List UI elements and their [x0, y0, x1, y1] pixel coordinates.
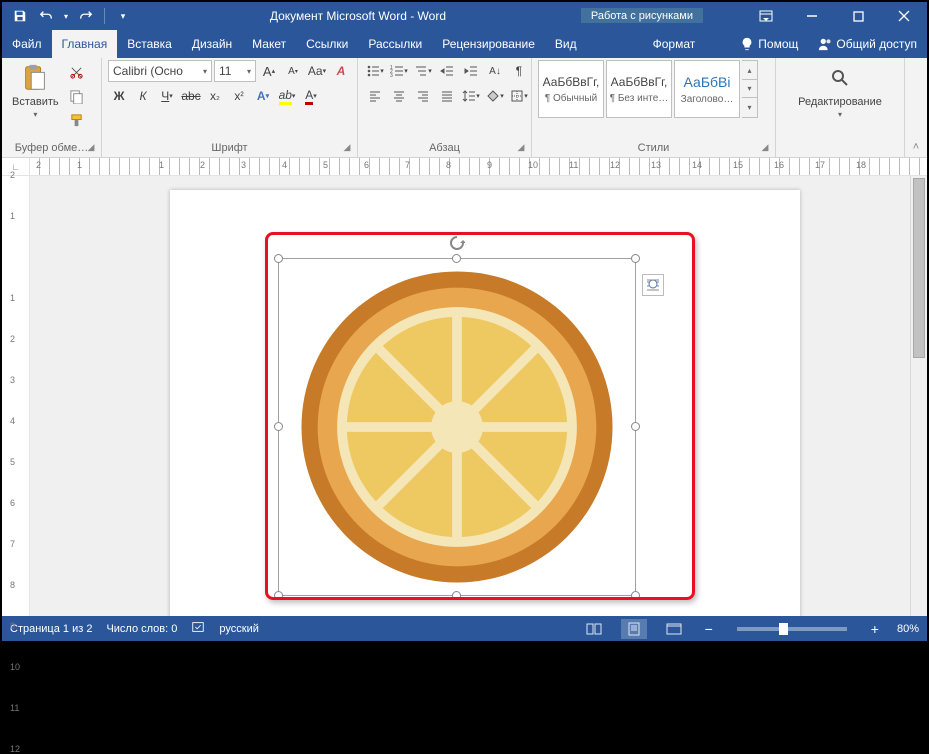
- close-icon[interactable]: [881, 2, 927, 30]
- copy-icon[interactable]: [67, 86, 87, 106]
- paragraph-dialog-icon[interactable]: ◢: [515, 142, 527, 154]
- multilevel-icon[interactable]: ▾: [412, 60, 434, 82]
- subscript-icon[interactable]: x₂: [204, 85, 226, 107]
- indent-inc-icon[interactable]: [460, 60, 482, 82]
- tab-references[interactable]: Ссылки: [296, 30, 358, 58]
- highlight-icon[interactable]: ab▾: [276, 85, 298, 107]
- bold-icon[interactable]: Ж: [108, 85, 130, 107]
- status-words[interactable]: Число слов: 0: [106, 623, 177, 635]
- tab-review[interactable]: Рецензирование: [432, 30, 545, 58]
- share-button[interactable]: Общий доступ: [808, 30, 927, 58]
- tab-view[interactable]: Вид: [545, 30, 587, 58]
- zoom-out-icon[interactable]: −: [701, 621, 717, 637]
- bullets-icon[interactable]: ▾: [364, 60, 386, 82]
- shading-icon[interactable]: ▾: [484, 85, 506, 107]
- undo-more-icon[interactable]: ▾: [60, 4, 72, 28]
- status-spell-icon[interactable]: [191, 620, 205, 637]
- underline-icon[interactable]: Ч▾: [156, 85, 178, 107]
- zoom-level[interactable]: 80%: [897, 623, 919, 635]
- save-icon[interactable]: [8, 4, 32, 28]
- clear-format-icon[interactable]: A: [330, 60, 352, 82]
- ruler-corner: ∟: [2, 158, 30, 175]
- status-language[interactable]: русский: [219, 623, 258, 635]
- tell-me[interactable]: Помощ: [730, 30, 808, 58]
- superscript-icon[interactable]: x²: [228, 85, 250, 107]
- tab-mailings[interactable]: Рассылки: [358, 30, 432, 58]
- strike-icon[interactable]: abc: [180, 85, 202, 107]
- scrollbar-thumb[interactable]: [913, 178, 925, 358]
- picture-tools-label: Работа с рисунками: [581, 8, 703, 25]
- show-marks-icon[interactable]: ¶: [508, 60, 530, 82]
- minimize-icon[interactable]: [789, 2, 835, 30]
- view-print-icon[interactable]: [621, 619, 647, 639]
- tab-home[interactable]: Главная: [52, 30, 118, 58]
- tab-design[interactable]: Дизайн: [182, 30, 242, 58]
- styles-dialog-icon[interactable]: ◢: [759, 142, 771, 154]
- status-page[interactable]: Страница 1 из 2: [10, 623, 92, 635]
- font-color-icon[interactable]: A▾: [300, 85, 322, 107]
- view-web-icon[interactable]: [661, 619, 687, 639]
- italic-icon[interactable]: К: [132, 85, 154, 107]
- tab-layout[interactable]: Макет: [242, 30, 296, 58]
- line-spacing-icon[interactable]: ▾: [460, 85, 482, 107]
- picture-selection[interactable]: [278, 258, 636, 596]
- style-heading1[interactable]: АаБбВіЗаголово…: [674, 60, 740, 118]
- rotate-handle-icon[interactable]: [449, 235, 465, 251]
- page: [170, 190, 800, 616]
- tab-format[interactable]: Формат: [643, 30, 706, 58]
- borders-icon[interactable]: ▾: [508, 85, 530, 107]
- format-painter-icon[interactable]: [67, 110, 87, 130]
- resize-handle-nw[interactable]: [274, 254, 283, 263]
- cut-icon[interactable]: [67, 62, 87, 82]
- align-left-icon[interactable]: [364, 85, 386, 107]
- font-size-combo[interactable]: 11▾: [214, 60, 256, 82]
- resize-handle-sw[interactable]: [274, 591, 283, 600]
- numbering-icon[interactable]: 123▾: [388, 60, 410, 82]
- justify-icon[interactable]: [436, 85, 458, 107]
- sort-icon[interactable]: A↓: [484, 60, 506, 82]
- collapse-ribbon-icon[interactable]: ˄: [905, 58, 927, 157]
- ribbon-options-icon[interactable]: [743, 2, 789, 30]
- resize-handle-n[interactable]: [452, 254, 461, 263]
- styles-gallery-more[interactable]: ▴▾▾: [742, 60, 758, 118]
- editing-button[interactable]: Редактирование ▾: [794, 60, 886, 121]
- resize-handle-ne[interactable]: [631, 254, 640, 263]
- layout-options-icon[interactable]: [642, 274, 664, 296]
- redo-icon[interactable]: [74, 4, 98, 28]
- resize-handle-e[interactable]: [631, 422, 640, 431]
- align-center-icon[interactable]: [388, 85, 410, 107]
- tab-file[interactable]: Файл: [2, 30, 52, 58]
- grow-font-icon[interactable]: A▴: [258, 60, 280, 82]
- indent-dec-icon[interactable]: [436, 60, 458, 82]
- undo-icon[interactable]: [34, 4, 58, 28]
- ruler-vertical[interactable]: 21123456789101112: [2, 176, 30, 616]
- qat-customize-icon[interactable]: ▾: [111, 4, 135, 28]
- shrink-font-icon[interactable]: A▾: [282, 60, 304, 82]
- svg-text:3: 3: [390, 73, 393, 78]
- scrollbar-vertical[interactable]: [910, 176, 927, 616]
- style-normal[interactable]: АаБбВвГг,¶ Обычный: [538, 60, 604, 118]
- document-canvas[interactable]: [30, 176, 927, 616]
- change-case-icon[interactable]: Aa▾: [306, 60, 328, 82]
- resize-handle-se[interactable]: [631, 591, 640, 600]
- tab-insert[interactable]: Вставка: [117, 30, 182, 58]
- font-dialog-icon[interactable]: ◢: [341, 142, 353, 154]
- paste-button[interactable]: Вставить ▾: [8, 60, 63, 121]
- align-right-icon[interactable]: [412, 85, 434, 107]
- window-title: Документ Microsoft Word - Word: [135, 9, 581, 23]
- clipboard-dialog-icon[interactable]: ◢: [85, 142, 97, 154]
- style-nospacing[interactable]: АаБбВвГг,¶ Без инте…: [606, 60, 672, 118]
- resize-handle-w[interactable]: [274, 422, 283, 431]
- text-effects-icon[interactable]: A▾: [252, 85, 274, 107]
- maximize-icon[interactable]: [835, 2, 881, 30]
- view-read-icon[interactable]: [581, 619, 607, 639]
- font-name-combo[interactable]: Calibri (Осно▾: [108, 60, 212, 82]
- zoom-slider[interactable]: [737, 627, 847, 631]
- resize-handle-s[interactable]: [452, 591, 461, 600]
- zoom-in-icon[interactable]: +: [867, 621, 883, 637]
- ruler-horizontal[interactable]: 21123456789101112131415161718: [30, 158, 927, 175]
